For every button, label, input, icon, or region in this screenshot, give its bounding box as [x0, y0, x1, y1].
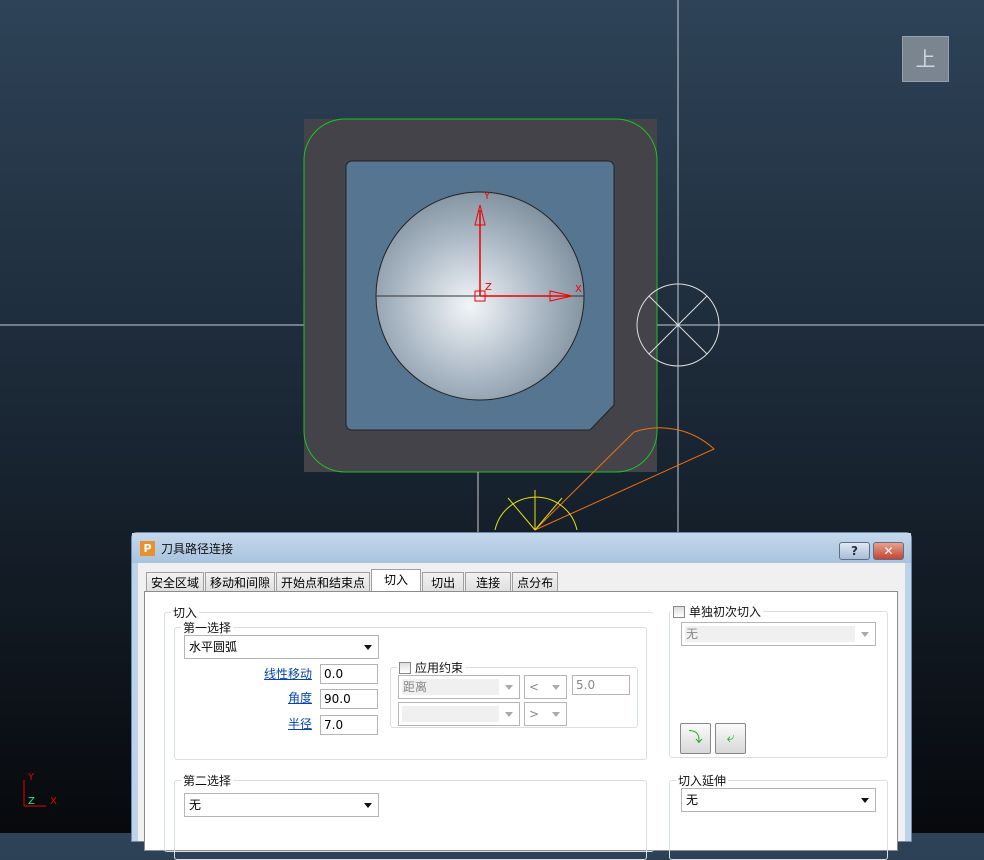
second-choice-label: 第二选择	[181, 772, 234, 789]
extension-group: 切入延伸 无	[669, 772, 888, 860]
svg-text:X: X	[50, 796, 57, 807]
separate-first-dropdown[interactable]: 无	[681, 622, 876, 646]
constraint-type2-dropdown[interactable]	[398, 702, 520, 726]
copy-from-leadout-icon[interactable]: ⤶	[715, 723, 746, 754]
svg-text:X: X	[575, 284, 582, 295]
app-icon: P	[140, 540, 155, 556]
constraint-op2-dropdown[interactable]: >	[524, 702, 567, 726]
close-button[interactable]: ✕	[873, 542, 904, 560]
view-cube-top[interactable]: 上	[902, 36, 949, 82]
first-choice-label: 第一选择	[181, 619, 234, 636]
linear-move-link[interactable]: 线性移动	[232, 665, 312, 682]
lead-in-panel: 切入 第一选择 水平圆弧 线性移动 0.0 角度 90.0 半径 7.0 应用约…	[144, 591, 898, 860]
extension-label: 切入延伸	[676, 772, 729, 789]
toolpath-connections-dialog: P 刀具路径连接 ? ✕ 安全区域 移动和间隙 开始点和结束点 切入 切出 连接…	[131, 532, 912, 860]
second-choice-dropdown[interactable]: 无	[184, 793, 379, 817]
svg-text:Z: Z	[485, 282, 492, 293]
angle-input[interactable]: 90.0	[320, 689, 378, 709]
constraint-op1-dropdown[interactable]: <	[524, 675, 567, 699]
first-choice-dropdown[interactable]: 水平圆弧	[184, 635, 379, 659]
radius-input[interactable]: 7.0	[320, 715, 378, 735]
svg-text:Z: Z	[28, 796, 35, 807]
radius-link[interactable]: 半径	[232, 715, 312, 732]
second-choice-group: 第二选择 无	[174, 772, 647, 860]
constraint-type-dropdown[interactable]: 距离	[398, 675, 520, 699]
help-button[interactable]: ?	[839, 542, 870, 560]
separate-first-group: 单独初次切入 无 ⤵ ⤶	[669, 603, 888, 758]
title-bar[interactable]: P 刀具路径连接	[132, 533, 911, 563]
first-choice-group: 第一选择 水平圆弧 线性移动 0.0 角度 90.0 半径 7.0 应用约束 距…	[174, 619, 647, 760]
linear-move-input[interactable]: 0.0	[320, 664, 378, 684]
apply-constraint[interactable]: 应用约束	[397, 659, 466, 676]
separate-first[interactable]: 单独初次切入	[671, 603, 764, 620]
constraint-group: 应用约束 距离 < 5.0 >	[390, 659, 638, 728]
svg-text:Y: Y	[27, 772, 35, 783]
apply-constraint-label: 应用约束	[415, 661, 464, 675]
separate-first-checkbox[interactable]	[673, 605, 685, 618]
copy-to-leadout-icon[interactable]: ⤵	[680, 723, 711, 754]
apply-constraint-checkbox[interactable]	[399, 661, 411, 674]
extension-dropdown[interactable]: 无	[681, 788, 876, 812]
dialog-title: 刀具路径连接	[161, 541, 234, 556]
y-axis-label: Y	[483, 191, 491, 202]
constraint-value-input[interactable]: 5.0	[572, 675, 630, 695]
angle-link[interactable]: 角度	[232, 689, 312, 706]
separate-first-label: 单独初次切入	[689, 605, 762, 619]
